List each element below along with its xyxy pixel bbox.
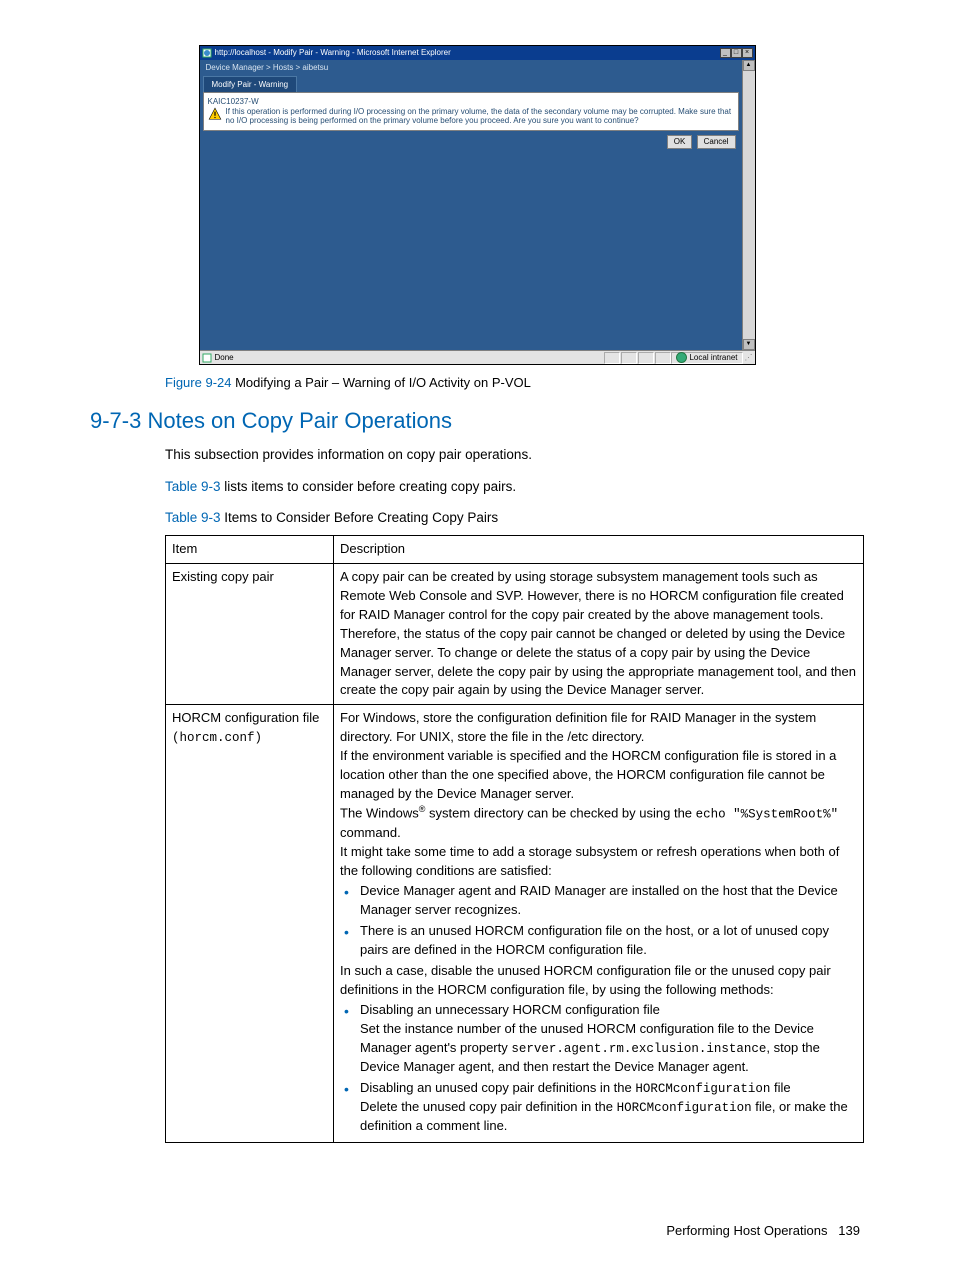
cell-item-line2: (horcm.conf) xyxy=(172,731,262,745)
desc-line: It might take some time to add a storage… xyxy=(340,844,839,878)
list-item: Disabling an unused copy pair definition… xyxy=(340,1079,857,1136)
code-text: HORCMconfiguration xyxy=(635,1082,770,1096)
resize-grip[interactable]: ⋰ xyxy=(743,353,753,363)
breadcrumb[interactable]: Device Manager > Hosts > aibetsu xyxy=(200,60,742,76)
maximize-button[interactable]: □ xyxy=(731,48,742,58)
minimize-button[interactable]: _ xyxy=(720,48,731,58)
th-description: Description xyxy=(334,536,864,564)
cell-desc: For Windows, store the configuration def… xyxy=(334,705,864,1143)
zone-icon xyxy=(676,352,687,363)
ie-statusbar: Done Local intranet ⋰ xyxy=(200,350,755,364)
page-number: 139 xyxy=(838,1223,860,1238)
list-item: Disabling an unnecessary HORCM configura… xyxy=(340,1001,857,1077)
cell-desc: A copy pair can be created by using stor… xyxy=(334,564,864,705)
list-item-body: Delete the unused copy pair definition i… xyxy=(360,1099,617,1114)
cell-item: Existing copy pair xyxy=(166,564,334,705)
ie-page-icon xyxy=(202,48,212,58)
table-row: HORCM configuration file (horcm.conf) Fo… xyxy=(166,705,864,1143)
figure-number: Figure 9-24 xyxy=(165,375,231,390)
table-number: Table 9-3 xyxy=(165,510,221,525)
ie-window: http://localhost - Modify Pair - Warning… xyxy=(199,45,756,365)
desc-line: If the environment variable is specified… xyxy=(340,748,836,801)
tab-modify-pair-warning[interactable]: Modify Pair - Warning xyxy=(203,76,298,93)
section-number: 9-7-3 xyxy=(90,408,141,433)
code-text: echo "%SystemRoot%" xyxy=(696,808,839,822)
desc-line: The Windows xyxy=(340,806,419,821)
scrollbar[interactable]: ▲ ▼ xyxy=(742,60,755,350)
status-zone-text: Local intranet xyxy=(689,353,737,363)
table-ref-text: lists items to consider before creating … xyxy=(221,479,517,494)
desc-line: For Windows, store the configuration def… xyxy=(340,710,816,744)
message-code: KAIC10237-W xyxy=(208,97,734,107)
intro-paragraph: This subsection provides information on … xyxy=(90,446,864,464)
list-item-title: file xyxy=(770,1080,790,1095)
th-item: Item xyxy=(166,536,334,564)
cell-item-line1: HORCM configuration file xyxy=(172,710,319,725)
list-item: There is an unused HORCM configuration f… xyxy=(340,922,857,960)
desc-line: system directory can be checked by using… xyxy=(425,806,695,821)
figure-caption-text: Modifying a Pair – Warning of I/O Activi… xyxy=(231,375,530,390)
desc-line: command. xyxy=(340,825,401,840)
cell-item: HORCM configuration file (horcm.conf) xyxy=(166,705,334,1143)
message-text: If this operation is performed during I/… xyxy=(226,107,734,126)
table-ref-link[interactable]: Table 9-3 xyxy=(165,479,221,494)
table-ref-paragraph: Table 9-3 lists items to consider before… xyxy=(90,478,864,496)
cancel-button[interactable]: Cancel xyxy=(697,135,736,149)
footer-text: Performing Host Operations xyxy=(666,1223,827,1238)
warning-icon xyxy=(208,107,222,121)
section-heading: 9-7-3 Notes on Copy Pair Operations xyxy=(90,408,864,434)
page-footer: Performing Host Operations 139 xyxy=(90,1223,864,1238)
copy-pairs-table: Item Description Existing copy pair A co… xyxy=(165,535,864,1143)
section-title-text: Notes on Copy Pair Operations xyxy=(141,408,452,433)
ie-titlebar: http://localhost - Modify Pair - Warning… xyxy=(200,46,755,60)
status-done-text: Done xyxy=(215,353,234,363)
scroll-down-button[interactable]: ▼ xyxy=(743,339,755,350)
figure-caption: Figure 9-24 Modifying a Pair – Warning o… xyxy=(90,375,864,390)
list-item-title: Disabling an unnecessary HORCM configura… xyxy=(360,1002,660,1017)
ie-title-text: http://localhost - Modify Pair - Warning… xyxy=(215,48,451,58)
list-item-title: Disabling an unused copy pair definition… xyxy=(360,1080,635,1095)
list-item: Device Manager agent and RAID Manager ar… xyxy=(340,882,857,920)
close-button[interactable]: × xyxy=(742,48,753,58)
table-row: Existing copy pair A copy pair can be cr… xyxy=(166,564,864,705)
warning-message-box: KAIC10237-W If this operation is perform… xyxy=(203,92,739,131)
code-text: HORCMconfiguration xyxy=(617,1101,752,1115)
ok-button[interactable]: OK xyxy=(667,135,693,149)
scroll-up-button[interactable]: ▲ xyxy=(743,60,755,71)
done-icon xyxy=(202,353,212,363)
table-caption-text: Items to Consider Before Creating Copy P… xyxy=(221,510,499,525)
table-caption: Table 9-3 Items to Consider Before Creat… xyxy=(90,510,864,525)
desc-line: In such a case, disable the unused HORCM… xyxy=(340,963,831,997)
code-text: server.agent.rm.exclusion.instance xyxy=(511,1042,766,1056)
